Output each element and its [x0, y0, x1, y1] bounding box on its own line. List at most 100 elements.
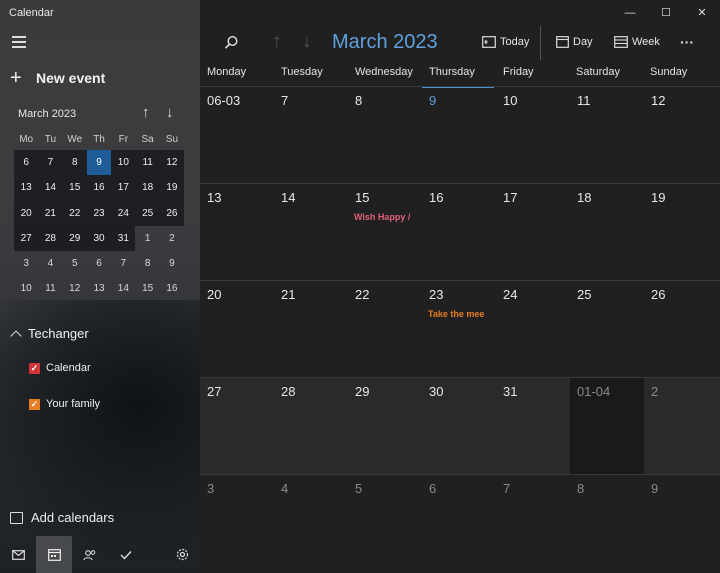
mini-day[interactable]: 7: [111, 251, 135, 276]
mini-day[interactable]: 12: [159, 150, 185, 176]
mini-day[interactable]: 24: [111, 200, 136, 226]
day-cell[interactable]: 16: [422, 183, 496, 280]
event-wish-happy[interactable]: Wish Happy /: [354, 212, 416, 222]
day-cell[interactable]: 7: [274, 86, 348, 183]
mini-day[interactable]: 15: [62, 175, 87, 201]
search-icon[interactable]: [224, 24, 239, 60]
day-cell[interactable]: 30: [422, 377, 496, 474]
add-calendars-button[interactable]: Add calendars: [10, 510, 114, 525]
day-cell[interactable]: 18: [570, 183, 644, 280]
calendar-icon[interactable]: [36, 536, 72, 573]
mini-day[interactable]: 15: [135, 276, 159, 301]
mini-day[interactable]: 19: [159, 175, 185, 201]
day-cell[interactable]: 01-04: [570, 377, 644, 474]
day-cell[interactable]: 9: [644, 474, 720, 573]
day-cell[interactable]: 6: [422, 474, 496, 573]
mini-day[interactable]: 14: [111, 276, 135, 301]
arrow-up-icon[interactable]: ↑: [272, 24, 282, 60]
mini-day[interactable]: 23: [86, 200, 112, 226]
mini-day[interactable]: 25: [135, 200, 160, 226]
arrow-up-icon[interactable]: ↑: [142, 104, 150, 121]
day-cell[interactable]: 11: [570, 86, 644, 183]
today-button[interactable]: Today: [482, 24, 529, 60]
day-cell[interactable]: 13: [200, 183, 274, 280]
checkbox-icon[interactable]: ✓: [29, 398, 40, 410]
day-cell[interactable]: 17: [496, 183, 570, 280]
mini-day[interactable]: 9: [160, 251, 184, 276]
mini-day[interactable]: 22: [62, 200, 87, 226]
day-view-button[interactable]: Day: [556, 24, 593, 60]
minimize-icon[interactable]: —: [612, 3, 648, 23]
day-cell[interactable]: 21: [274, 280, 348, 377]
day-cell[interactable]: 29: [348, 377, 422, 474]
mini-day[interactable]: 8: [62, 150, 87, 176]
day-cell[interactable]: 10: [496, 86, 570, 183]
day-cell[interactable]: 12: [644, 86, 720, 183]
day-cell[interactable]: 26: [644, 280, 720, 377]
day-cell[interactable]: 06-03: [200, 86, 274, 183]
settings-gear-icon[interactable]: [164, 536, 200, 573]
day-cell[interactable]: 2: [644, 377, 720, 474]
mini-day[interactable]: 18: [135, 175, 160, 201]
day-cell[interactable]: 15 Wish Happy /: [348, 183, 422, 280]
arrow-down-icon[interactable]: ↓: [302, 24, 312, 60]
mini-day[interactable]: 11: [135, 150, 160, 176]
mini-day[interactable]: 5: [63, 251, 87, 276]
close-icon[interactable]: ✕: [684, 3, 720, 23]
event-take-meeting[interactable]: Take the mee: [428, 309, 490, 319]
mini-day[interactable]: 6: [87, 251, 111, 276]
day-cell[interactable]: 23 Take the mee: [422, 280, 496, 377]
mini-day[interactable]: 10: [111, 150, 136, 176]
people-icon[interactable]: [72, 536, 108, 573]
menu-icon[interactable]: [12, 36, 26, 48]
mini-day[interactable]: 20: [14, 200, 39, 226]
mini-day[interactable]: 14: [38, 175, 63, 201]
mini-day[interactable]: 2: [160, 226, 184, 251]
mini-day[interactable]: 16: [86, 175, 112, 201]
mini-day[interactable]: 13: [14, 175, 39, 201]
mini-day[interactable]: 17: [111, 175, 136, 201]
day-cell-today[interactable]: 9: [422, 86, 496, 183]
mini-day[interactable]: 4: [38, 251, 62, 276]
todo-icon[interactable]: [108, 536, 144, 573]
mini-day[interactable]: 31: [111, 225, 136, 252]
mini-day[interactable]: 27: [14, 225, 39, 252]
mini-day[interactable]: 26: [159, 200, 185, 226]
day-cell[interactable]: 8: [570, 474, 644, 573]
day-cell[interactable]: 7: [496, 474, 570, 573]
mini-day[interactable]: 29: [62, 225, 87, 252]
day-cell[interactable]: 25: [570, 280, 644, 377]
mini-day[interactable]: 13: [87, 276, 111, 301]
checkbox-icon[interactable]: ✓: [29, 362, 40, 374]
mini-day[interactable]: 16: [160, 276, 184, 301]
mini-calendar-title[interactable]: March 2023: [18, 108, 76, 120]
mini-day[interactable]: 3: [14, 251, 38, 276]
day-cell[interactable]: 20: [200, 280, 274, 377]
calendar-item-your-family[interactable]: ✓ Your family: [29, 398, 100, 410]
calendar-item-calendar[interactable]: ✓ Calendar: [29, 362, 91, 374]
day-cell[interactable]: 3: [200, 474, 274, 573]
day-cell[interactable]: 22: [348, 280, 422, 377]
mini-day[interactable]: 1: [135, 226, 159, 251]
mini-day[interactable]: 11: [38, 276, 62, 301]
day-cell[interactable]: 24: [496, 280, 570, 377]
more-options-icon[interactable]: ···: [680, 24, 694, 60]
day-cell[interactable]: 31: [496, 377, 570, 474]
week-view-button[interactable]: Week: [614, 24, 660, 60]
day-cell[interactable]: 4: [274, 474, 348, 573]
month-title[interactable]: March 2023: [332, 24, 438, 60]
mini-day[interactable]: 8: [135, 251, 159, 276]
day-cell[interactable]: 8: [348, 86, 422, 183]
mini-day[interactable]: 10: [14, 276, 38, 301]
day-cell[interactable]: 14: [274, 183, 348, 280]
day-cell[interactable]: 27: [200, 377, 274, 474]
mini-day[interactable]: 12: [63, 276, 87, 301]
mini-day[interactable]: 6: [14, 150, 39, 176]
mini-day-selected[interactable]: 9: [86, 150, 112, 176]
mini-day[interactable]: 21: [38, 200, 63, 226]
new-event-button[interactable]: + New event: [10, 68, 105, 88]
mini-day[interactable]: 30: [86, 225, 112, 252]
day-cell[interactable]: 5: [348, 474, 422, 573]
maximize-icon[interactable]: ☐: [648, 3, 684, 23]
arrow-down-icon[interactable]: ↓: [166, 104, 174, 121]
